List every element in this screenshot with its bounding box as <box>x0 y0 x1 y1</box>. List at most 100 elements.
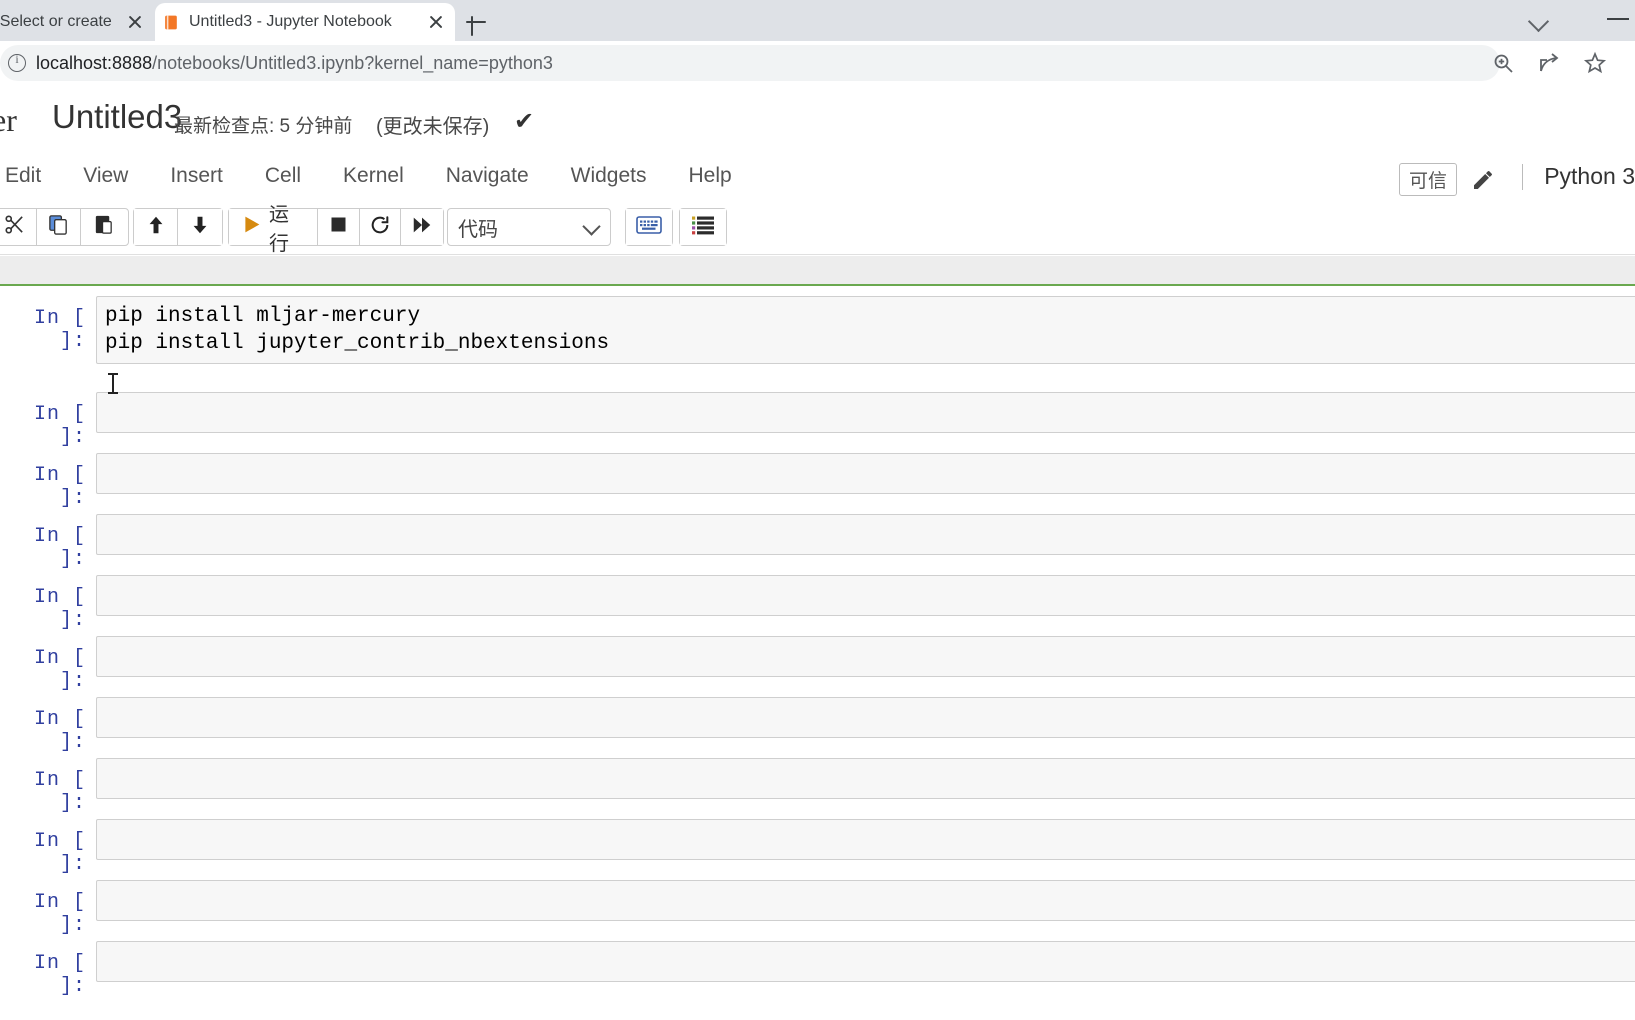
text-cursor <box>108 373 118 394</box>
cell-input-area[interactable] <box>96 392 1635 433</box>
cell-prompt: In [ ]: <box>33 586 86 632</box>
address-bar[interactable]: localhost:8888/notebooks/Untitled3.ipynb… <box>0 45 1500 81</box>
move-cell-down-button[interactable] <box>178 209 222 245</box>
notebook-cell[interactable]: In [ ]: <box>0 697 1635 754</box>
tab-title: - Select or create <box>0 13 112 30</box>
menu-item-list: Edit View Insert Cell Kernel Navigate Widgets H… <box>0 152 753 200</box>
move-button-group <box>133 208 223 246</box>
menu-item-insert[interactable]: Insert <box>149 152 244 200</box>
window-minimize-icon[interactable] <box>1607 18 1629 20</box>
cell-type-value: 代码 <box>458 218 498 241</box>
tab-title: Untitled3 - Jupyter Notebook <box>189 13 392 30</box>
notebook-title[interactable]: Untitled3 <box>52 98 182 136</box>
address-bar-url: localhost:8888/notebooks/Untitled3.ipynb… <box>36 53 553 74</box>
paste-cells-button[interactable] <box>81 209 125 245</box>
table-of-contents-icon <box>691 215 715 240</box>
share-icon[interactable] <box>1537 51 1561 75</box>
menu-item-view[interactable]: View <box>62 152 149 200</box>
trust-status-badge[interactable]: 可信 <box>1398 163 1457 196</box>
scissors-icon <box>3 213 26 241</box>
copy-cells-button[interactable] <box>37 209 81 245</box>
arrow-up-icon <box>145 214 167 241</box>
menu-item-help[interactable]: Help <box>668 152 753 200</box>
restart-circle-icon <box>369 214 391 241</box>
keyboard-icon <box>636 215 662 239</box>
menu-item-widgets[interactable]: Widgets <box>550 152 668 200</box>
menu-item-navigate[interactable]: Navigate <box>425 152 550 200</box>
cell-input-area[interactable]: pip install mljar-mercury pip install jup… <box>96 296 1635 364</box>
cell-input-area[interactable] <box>96 514 1635 555</box>
keyboard-shortcut-group <box>625 208 673 246</box>
cell-input-area[interactable] <box>96 758 1635 799</box>
menu-item-kernel[interactable]: Kernel <box>322 152 425 200</box>
cut-cells-button[interactable] <box>0 209 37 245</box>
jupyter-logo-text[interactable]: er <box>0 102 17 139</box>
run-cell-button[interactable]: 运行 <box>229 204 319 255</box>
cell-prompt: In [ ]: <box>33 307 86 353</box>
notebook-cell[interactable]: In [ ]: <box>0 819 1635 876</box>
pencil-icon[interactable] <box>1471 168 1495 192</box>
run-button-label: 运行 <box>269 204 289 255</box>
restart-kernel-button[interactable] <box>359 209 402 245</box>
restart-and-run-all-button[interactable] <box>401 209 443 245</box>
cell-input-area[interactable] <box>96 941 1635 982</box>
chevron-down-icon[interactable] <box>1527 10 1553 30</box>
bookmark-star-icon[interactable] <box>1583 51 1607 75</box>
browser-tab-strip: - Select or create Untitled3 - Jupyter N… <box>0 0 1635 41</box>
keyboard-shortcuts-button[interactable] <box>626 209 672 245</box>
cell-prompt: In [ ]: <box>33 769 86 815</box>
close-icon[interactable] <box>124 11 146 33</box>
kernel-indicator[interactable]: Python 3 <box>1544 163 1635 190</box>
notebook-cell[interactable]: In [ ]: <box>0 514 1635 571</box>
browser-tab-0[interactable]: - Select or create <box>0 3 154 41</box>
cell-prompt: In [ ]: <box>33 952 86 998</box>
divider <box>1522 164 1523 190</box>
cell-prompt: In [ ]: <box>33 403 86 449</box>
cell-prompt: In [ ]: <box>33 464 86 510</box>
unsaved-changes-label: (更改未保存) <box>376 116 490 138</box>
cell-input-area[interactable] <box>96 575 1635 616</box>
table-of-contents-button[interactable] <box>680 209 726 245</box>
browser-toolbar: localhost:8888/notebooks/Untitled3.ipynb… <box>0 41 1635 115</box>
fast-forward-icon <box>411 214 433 241</box>
notebook-cell[interactable]: In [ ]: <box>0 453 1635 510</box>
browser-tab-1[interactable]: Untitled3 - Jupyter Notebook <box>155 3 455 41</box>
jupyter-book-icon <box>163 14 180 31</box>
notebook-cell[interactable]: In [ ]: <box>0 392 1635 449</box>
cell-prompt: In [ ]: <box>33 525 86 571</box>
stop-square-icon <box>328 214 349 240</box>
info-circle-icon[interactable] <box>8 52 26 72</box>
cell-input-area[interactable] <box>96 819 1635 860</box>
cell-type-select[interactable]: 代码 <box>447 208 611 246</box>
interrupt-kernel-button[interactable] <box>318 209 360 245</box>
cell-input-area[interactable] <box>96 697 1635 738</box>
zoom-icon[interactable] <box>1491 51 1515 75</box>
url-host: localhost:8888 <box>36 52 153 73</box>
notebook-cell[interactable]: In [ ]: <box>0 636 1635 693</box>
cell-prompt: In [ ]: <box>33 708 86 754</box>
toolbar-spacer <box>0 256 1635 284</box>
code-line: pip install mljar-mercury <box>105 305 421 328</box>
cell-input-area[interactable] <box>96 636 1635 677</box>
move-cell-up-button[interactable] <box>134 209 178 245</box>
notebook-cell-list: In [ ]: pip install mljar-mercury pip inst… <box>0 284 1635 1020</box>
menu-item-cell[interactable]: Cell <box>244 152 322 200</box>
arrow-down-icon <box>189 214 211 241</box>
code-line: pip install jupyter_contrib_nbextensions <box>105 332 610 355</box>
jupyter-toolbar: 运行 代码 <box>0 200 1635 255</box>
close-icon[interactable] <box>425 11 447 33</box>
cell-input-area[interactable] <box>96 453 1635 494</box>
cell-prompt: In [ ]: <box>33 647 86 693</box>
copy-icon <box>47 213 70 241</box>
menu-item-edit[interactable]: Edit <box>0 152 62 200</box>
omnibox-actions <box>1491 51 1607 75</box>
checkpoint-status: 最新检查点: 5 分钟前 <box>174 116 353 137</box>
notebook-cell[interactable]: In [ ]: <box>0 941 1635 998</box>
notebook-cell[interactable]: In [ ]: <box>0 575 1635 632</box>
new-tab-button[interactable] <box>462 8 490 36</box>
url-path: /notebooks/Untitled3.ipynb?kernel_name=p… <box>152 52 553 73</box>
notebook-cell[interactable]: In [ ]: <box>0 880 1635 937</box>
notebook-cell[interactable]: In [ ]: pip install mljar-mercury pip inst… <box>0 296 1635 364</box>
notebook-cell[interactable]: In [ ]: <box>0 758 1635 815</box>
cell-input-area[interactable] <box>96 880 1635 921</box>
